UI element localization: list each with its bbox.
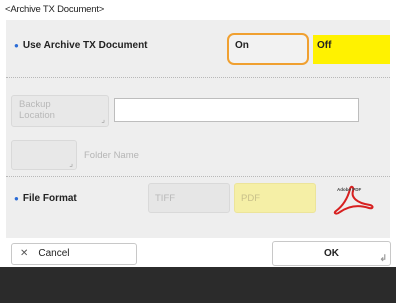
corner-arrow-icon: ⌟ (101, 115, 105, 124)
file-format-label-text: File Format (22, 193, 77, 204)
use-archive-label: ● Use Archive TX Document (14, 40, 148, 51)
bottom-bar (0, 267, 396, 303)
cancel-button[interactable]: ✕ Cancel (11, 243, 137, 265)
tiff-button[interactable]: TIFF (148, 183, 230, 213)
corner-arrow-icon: ⌟ (69, 159, 73, 168)
close-icon: ✕ (20, 248, 29, 259)
file-format-label: ● File Format (14, 193, 77, 204)
ok-label: OK (324, 248, 339, 259)
divider (6, 176, 390, 177)
enter-icon: ↲ (379, 253, 387, 263)
backup-location-input[interactable] (114, 98, 359, 122)
divider (6, 77, 390, 78)
backup-location-label-1: Backup (19, 99, 51, 110)
folder-name-button[interactable]: ⌟ (11, 140, 77, 170)
ok-button[interactable]: OK ↲ (272, 241, 391, 266)
on-button[interactable]: On (227, 33, 309, 65)
adobe-pdf-text: Adobe PDF (337, 187, 362, 192)
backup-location-label-2: Location (19, 110, 55, 121)
folder-name-label: Folder Name (84, 150, 139, 161)
off-button[interactable]: Off (313, 35, 390, 64)
bullet-icon: ● (14, 194, 19, 203)
pdf-button[interactable]: PDF (234, 183, 316, 213)
bullet-icon: ● (14, 41, 19, 50)
backup-location-button[interactable]: Backup Location ⌟ (11, 95, 109, 127)
use-archive-label-text: Use Archive TX Document (22, 40, 148, 51)
window-title: <Archive TX Document> (5, 4, 105, 15)
adobe-pdf-icon: Adobe PDF (330, 185, 374, 220)
cancel-label: Cancel (38, 248, 70, 259)
